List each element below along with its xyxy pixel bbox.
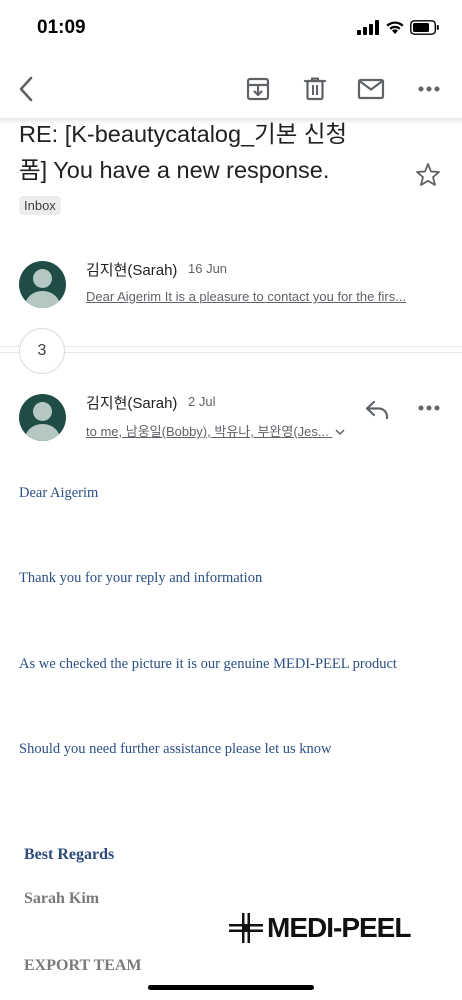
back-arrow-icon (19, 76, 33, 102)
archive-button[interactable] (243, 74, 273, 104)
signature-regards: Best Regards (24, 846, 115, 863)
signature-name: Sarah Kim (24, 890, 100, 907)
message2-recipients[interactable]: to me, 남웅일(Bobby), 박유나, 부완영(Jes... (86, 421, 345, 440)
archive-icon (246, 77, 270, 101)
wifi-icon (386, 21, 404, 34)
status-time: 01:09 (37, 17, 86, 38)
signature-team: EXPORT TEAM (24, 957, 142, 974)
body-line: As we checked the picture it is our genu… (19, 656, 397, 672)
star-icon[interactable] (414, 161, 442, 189)
subject-text: RE: [K-beautycatalog_기본 신청폼] You have a … (19, 121, 348, 183)
home-indicator[interactable] (148, 985, 314, 990)
trash-icon (303, 77, 327, 101)
back-button[interactable] (12, 74, 42, 104)
more-icon (418, 86, 440, 92)
body-line: Thank you for your reply and information (19, 570, 263, 586)
message-more-icon[interactable] (417, 404, 441, 412)
recipients-text: to me, 남웅일(Bobby), 박유나, 부완영(Jes... (86, 424, 329, 439)
mail-icon (357, 78, 385, 100)
body-line: Should you need further assistance pleas… (19, 741, 332, 757)
medi-peel-logo: MEDI-PEEL (229, 911, 411, 945)
thread-divider (0, 346, 462, 347)
chevron-down-icon (335, 429, 345, 436)
reply-icon[interactable] (364, 398, 390, 420)
cellular-signal-icon (357, 20, 379, 35)
message1-sender[interactable]: 김지현(Sarah) (86, 259, 177, 280)
email-subject: RE: [K-beautycatalog_기본 신청폼] You have a … (19, 116, 359, 224)
body-line: Dear Aigerim (19, 485, 99, 501)
inbox-label-chip[interactable]: Inbox (19, 196, 61, 215)
delete-button[interactable] (300, 74, 330, 104)
more-options-button[interactable] (414, 74, 444, 104)
logo-text: MEDI-PEEL (267, 912, 411, 943)
message2-date: 2 Jul (188, 394, 216, 409)
battery-icon (410, 20, 439, 35)
message1-snippet[interactable]: Dear Aigerim It is a pleasure to contact… (86, 289, 436, 304)
thread-divider (0, 352, 462, 353)
message1-date: 16 Jun (188, 261, 228, 276)
logo-cross-icon (229, 913, 263, 943)
avatar (19, 261, 66, 308)
mark-unread-button[interactable] (356, 74, 386, 104)
message2-sender[interactable]: 김지현(Sarah) (86, 392, 177, 413)
avatar (19, 394, 66, 441)
collapsed-messages-count[interactable]: 3 (19, 328, 65, 374)
